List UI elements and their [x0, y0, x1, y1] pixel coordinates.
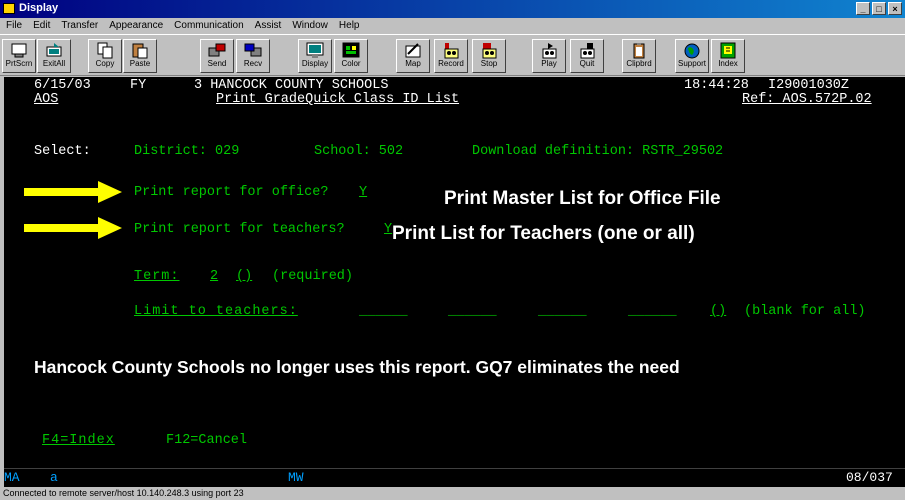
office-value-input[interactable]: Y	[359, 186, 367, 200]
screen-system-name: 3 HANCOCK COUNTY SCHOOLS	[194, 78, 389, 93]
toolbar-paste-button[interactable]: Paste	[123, 39, 157, 73]
minimize-button[interactable]: _	[856, 2, 870, 15]
clipboard-icon	[633, 43, 645, 59]
toolbar: PrtScrn ExitAll Copy Paste Send Recv Dis…	[0, 34, 905, 76]
teacher-input-4[interactable]: ______	[628, 305, 677, 319]
status-mode: MA	[4, 470, 20, 485]
term-help[interactable]: ()	[236, 270, 252, 284]
map-icon	[405, 43, 421, 58]
toolbar-index-button[interactable]: Index	[711, 39, 745, 73]
toolbar-record-button[interactable]: Record	[434, 39, 468, 73]
teacher-input-2[interactable]: ______	[448, 305, 497, 319]
toolbar-clipbrd-button[interactable]: Clipbrd	[622, 39, 656, 73]
send-icon	[208, 43, 226, 57]
print-screen-icon	[11, 43, 27, 58]
screen-terminal-id: I29001030Z	[768, 78, 850, 93]
terminal-screen[interactable]: 6/15/03 FY 3 HANCOCK COUNTY SCHOOLS 18:4…	[4, 77, 905, 468]
screen-fy: FY	[130, 78, 147, 93]
office-annotation: Print Master List for Office File	[444, 188, 721, 209]
screen-module: AOS	[34, 92, 59, 107]
index-icon	[720, 42, 736, 59]
term-note: (required)	[272, 269, 354, 284]
screen-ref: Ref: AOS.572P.02	[742, 92, 872, 107]
screen-date: 6/15/03	[34, 78, 91, 93]
toolbar-stop-button[interactable]: Stop	[472, 39, 506, 73]
display-icon	[306, 42, 324, 58]
download-definition-field: Download definition: RSTR_29502	[472, 144, 724, 159]
play-icon	[542, 43, 557, 59]
screen-time: 18:44:28	[684, 78, 749, 93]
term-label: Term:	[134, 269, 180, 284]
f12-cancel-key[interactable]: F12=Cancel	[166, 434, 247, 448]
teacher-input-1[interactable]: ______	[359, 305, 408, 319]
limit-teachers-label: Limit to teachers:	[134, 304, 298, 319]
toolbar-copy-button[interactable]: Copy	[88, 39, 122, 73]
status-a: a	[50, 470, 58, 485]
menu-bar: File Edit Transfer Appearance Communicat…	[0, 18, 905, 34]
select-label: Select:	[34, 144, 91, 159]
app-icon[interactable]	[3, 3, 15, 14]
term-input[interactable]: 2	[210, 270, 218, 284]
menu-edit[interactable]: Edit	[27, 18, 55, 34]
record-icon	[444, 43, 459, 59]
toolbar-support-button[interactable]: Support	[675, 39, 709, 73]
status-bar: Connected to remote server/host 10.140.2…	[0, 487, 905, 500]
window-title: Display	[19, 2, 59, 14]
f4-index-key[interactable]: F4=Index	[42, 434, 115, 448]
toolbar-exitall-button[interactable]: ExitAll	[37, 39, 71, 73]
paste-icon	[132, 43, 148, 59]
teachers-arrow	[24, 217, 122, 239]
menu-appearance[interactable]: Appearance	[103, 18, 168, 34]
limit-help[interactable]: ()	[710, 305, 726, 319]
teachers-value-input[interactable]: Y	[384, 223, 392, 237]
connection-status: Connected to remote server/host 10.140.2…	[3, 488, 244, 498]
toolbar-map-button[interactable]: Map	[396, 39, 430, 73]
title-bar[interactable]: Display _ □ ×	[0, 0, 905, 18]
menu-help[interactable]: Help	[333, 18, 365, 34]
quit-icon	[580, 43, 595, 59]
copy-icon	[97, 42, 113, 59]
note-annotation: Hancock County Schools no longer uses th…	[34, 357, 680, 377]
cursor-position: 08/037	[846, 470, 893, 485]
school-field: School: 502	[314, 144, 404, 159]
toolbar-send-button[interactable]: Send	[200, 39, 234, 73]
color-icon	[342, 42, 360, 58]
stop-icon	[482, 43, 497, 59]
toolbar-quit-button[interactable]: Quit	[570, 39, 604, 73]
teacher-input-3[interactable]: ______	[538, 305, 587, 319]
menu-window[interactable]: Window	[286, 18, 333, 34]
close-button[interactable]: ×	[888, 2, 902, 15]
toolbar-recv-button[interactable]: Recv	[236, 39, 270, 73]
terminal-status-line: MA a MW 08/037	[4, 468, 905, 487]
toolbar-prtscrn-button[interactable]: PrtScrn	[2, 39, 36, 73]
district-field: District: 029	[134, 144, 240, 159]
menu-file[interactable]: File	[0, 18, 27, 34]
toolbar-display-button[interactable]: Display	[298, 39, 332, 73]
office-prompt: Print report for office?	[134, 185, 329, 200]
terminal-window: Display _ □ × File Edit Transfer Appeara…	[0, 0, 905, 500]
status-mw: MW	[288, 470, 304, 485]
limit-note: (blank for all)	[744, 304, 866, 319]
toolbar-color-button[interactable]: Color	[334, 39, 368, 73]
teachers-annotation: Print List for Teachers (one or all)	[392, 223, 695, 244]
toolbar-play-button[interactable]: Play	[532, 39, 566, 73]
office-arrow	[24, 181, 122, 203]
maximize-button[interactable]: □	[872, 2, 886, 15]
teachers-prompt: Print report for teachers?	[134, 222, 345, 237]
receive-icon	[244, 43, 262, 57]
menu-communication[interactable]: Communication	[168, 18, 248, 34]
menu-transfer[interactable]: Transfer	[55, 18, 103, 34]
exit-all-icon	[46, 43, 62, 57]
support-globe-icon	[684, 43, 700, 59]
screen-title: Print GradeQuick Class ID List	[216, 92, 460, 107]
menu-assist[interactable]: Assist	[249, 18, 287, 34]
